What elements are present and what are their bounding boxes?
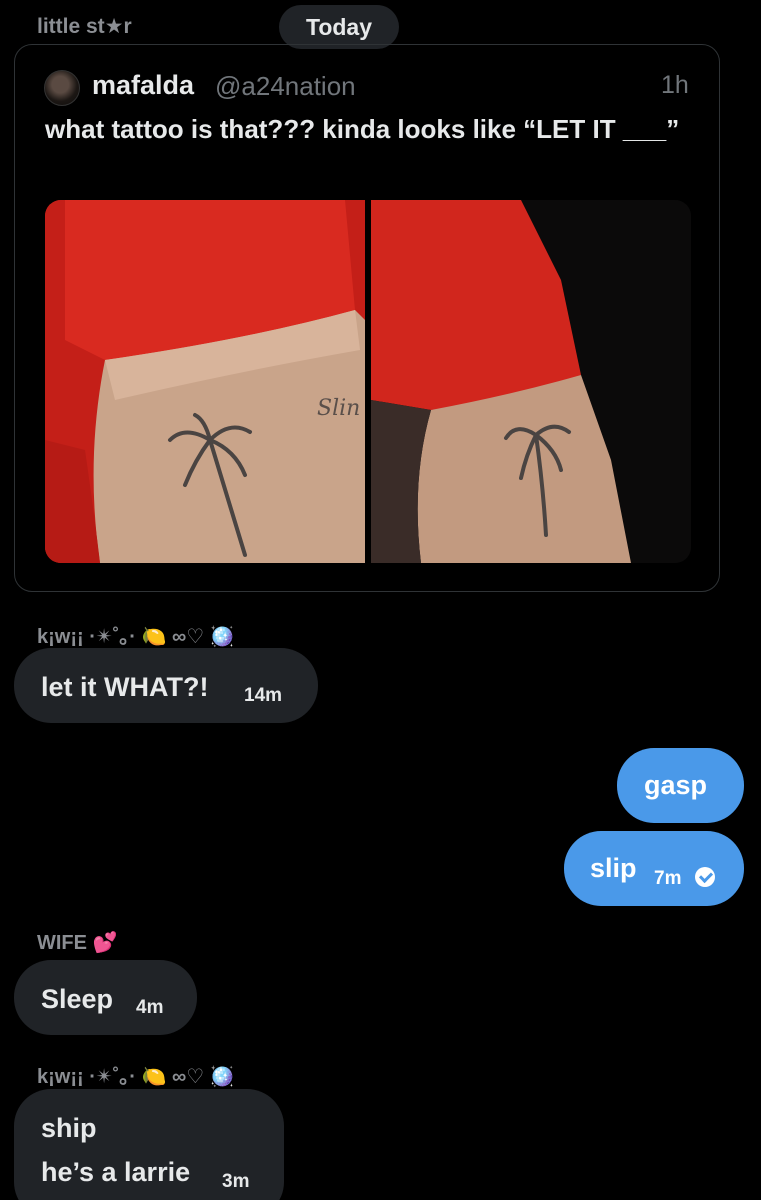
message-text: Sleep: [41, 984, 114, 1014]
arm-tattoo-image-right: [371, 200, 691, 563]
message-bubble[interactable]: let it WHAT?! 14m: [14, 648, 318, 723]
tweet-media[interactable]: Slin: [45, 200, 691, 563]
message-timestamp: 3m: [222, 1171, 250, 1192]
message-timestamp: 14m: [244, 685, 283, 706]
message-timestamp: 7m: [654, 868, 682, 889]
message-bubble[interactable]: ship he’s a larrie 3m: [14, 1089, 284, 1200]
message-sender-name: WIFE 💕: [37, 932, 118, 954]
seen-check-icon: [695, 867, 715, 887]
message-bubble[interactable]: Sleep 4m: [14, 960, 197, 1035]
tweet-photo-right[interactable]: [371, 200, 691, 563]
date-separator: Today: [279, 5, 399, 49]
message-text: gasp: [644, 770, 708, 800]
tweet-timestamp: 1h: [661, 71, 689, 99]
message-text: let it WHAT?!: [41, 672, 209, 702]
tweet-author-handle[interactable]: @a24nation: [215, 71, 356, 102]
message-timestamp: 4m: [136, 997, 164, 1018]
previous-sender-name: little st★r: [37, 15, 132, 38]
message-sender-name: k¡w¡¡ ·✴˚｡· 🍋 ∞♡ 🪩: [37, 626, 235, 648]
tweet-text: what tattoo is that??? kinda looks like …: [45, 114, 680, 144]
arm-script-tattoo: Slin: [317, 396, 360, 421]
arm-tattoo-image-left: Slin: [45, 200, 365, 563]
message-text-line: ship: [41, 1113, 97, 1143]
message-text-line: he’s a larrie: [41, 1157, 191, 1187]
message-sender-name: k¡w¡¡ ·✴˚｡· 🍋 ∞♡ 🪩: [37, 1066, 235, 1088]
tweet-author-name[interactable]: mafalda: [92, 70, 194, 101]
profile-avatar[interactable]: [44, 70, 80, 106]
message-bubble[interactable]: slip 7m: [564, 831, 744, 906]
message-bubble[interactable]: gasp: [617, 748, 744, 823]
message-text: slip: [590, 853, 637, 883]
tweet-photo-left[interactable]: Slin: [45, 200, 365, 563]
